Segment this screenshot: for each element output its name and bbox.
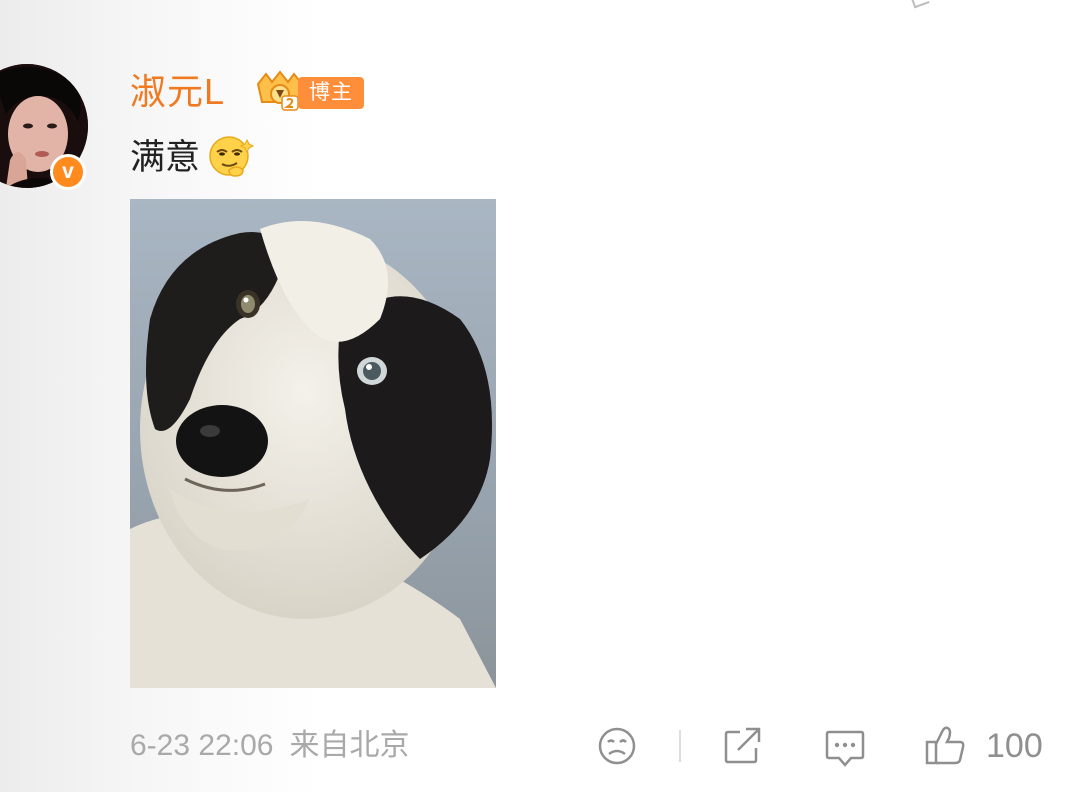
comment-meta: 6-23 22:06 来自北京 [130,726,409,766]
neutral-face-icon[interactable] [596,722,638,770]
comment-text: 满意 [130,138,201,177]
comment-photo[interactable] [130,199,496,688]
action-divider [679,730,681,762]
verified-badge: v [50,154,86,190]
status-glyph-icon [910,0,930,9]
comment-icon[interactable] [823,722,867,770]
blogger-badge: 博主 [298,77,364,109]
author-name[interactable]: 淑元L [130,70,225,114]
like-count: 100 [986,727,1043,765]
location-source: 来自北京 [289,729,410,762]
share-icon[interactable] [722,722,764,770]
thumbs-up-icon[interactable] [924,722,968,770]
timestamp: 6-23 22:06 [130,729,274,762]
smug-face-emoji-icon [207,134,257,180]
